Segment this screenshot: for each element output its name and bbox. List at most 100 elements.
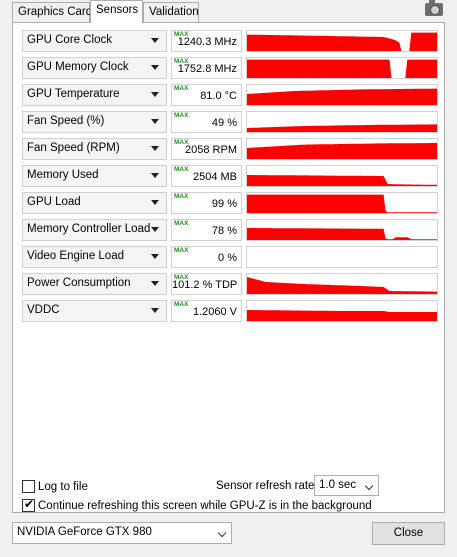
sensor-value-box: MAX 2504 MB [171, 165, 242, 187]
sensor-graph [246, 165, 438, 187]
sensor-graph-svg [247, 88, 437, 105]
triangle-down-icon [151, 38, 159, 43]
sensor-graph-svg [247, 277, 437, 294]
triangle-down-icon [151, 119, 159, 124]
sensor-value-box: MAX 81.0 °C [171, 84, 242, 106]
sensor-row: Fan Speed (RPM) MAX 2058 RPM [22, 138, 438, 160]
refresh-rate-value: 1.0 sec [319, 479, 357, 491]
sensor-name-dropdown[interactable]: Memory Used [22, 165, 167, 187]
sensor-graph-area [247, 194, 437, 213]
max-indicator[interactable]: MAX [174, 166, 188, 173]
max-indicator[interactable]: MAX [174, 220, 188, 227]
triangle-down-icon [151, 92, 159, 97]
sensor-graph [246, 246, 438, 268]
max-indicator[interactable]: MAX [174, 247, 188, 254]
sensor-name-dropdown[interactable]: Memory Controller Load [22, 219, 167, 241]
sensor-name: Memory Controller Load [27, 223, 151, 235]
log-to-file-checkbox[interactable] [22, 480, 35, 493]
sensor-graph-svg [247, 32, 437, 51]
continue-refresh-checkbox[interactable] [22, 497, 35, 512]
max-indicator[interactable]: MAX [174, 274, 188, 281]
sensor-value: 0 % [218, 252, 237, 264]
sensor-graph-area [247, 32, 437, 51]
triangle-down-icon [151, 254, 159, 259]
sensor-name: GPU Core Clock [27, 34, 112, 46]
refresh-rate-select[interactable]: 1.0 sec [314, 475, 379, 496]
triangle-down-icon [151, 200, 159, 205]
triangle-down-icon [151, 65, 159, 70]
sensor-row: Memory Used MAX 2504 MB [22, 165, 438, 187]
triangle-down-icon [151, 146, 159, 151]
sensor-graph-svg [247, 247, 437, 267]
sensor-graph-svg [247, 59, 437, 78]
gpu-select[interactable]: NVIDIA GeForce GTX 980 [12, 522, 232, 544]
sensor-row: GPU Temperature MAX 81.0 °C [22, 84, 438, 106]
sensor-name-dropdown[interactable]: VDDC [22, 300, 167, 322]
log-to-file-option: Log to file [22, 480, 88, 493]
sensor-name-dropdown[interactable]: Fan Speed (RPM) [22, 138, 167, 160]
max-indicator[interactable]: MAX [174, 58, 188, 65]
sensor-row: VDDC MAX 1.2060 V [22, 300, 438, 322]
max-indicator[interactable]: MAX [174, 31, 188, 38]
sensor-name: GPU Memory Clock [27, 61, 129, 73]
sensor-graph-svg [247, 310, 437, 321]
sensor-value: 81.0 °C [200, 90, 237, 102]
sensor-name-dropdown[interactable]: Fan Speed (%) [22, 111, 167, 133]
sensor-name-dropdown[interactable]: GPU Core Clock [22, 30, 167, 52]
sensor-value: 2504 MB [192, 171, 237, 183]
max-indicator[interactable]: MAX [174, 193, 188, 200]
sensor-graph-svg [247, 143, 437, 159]
close-button[interactable]: Close [372, 522, 445, 545]
sensor-name-dropdown[interactable]: GPU Temperature [22, 84, 167, 106]
refresh-rate-label: Sensor refresh rate: [216, 480, 318, 492]
sensor-name: VDDC [27, 304, 60, 316]
camera-icon[interactable] [425, 0, 443, 16]
sensor-graph-area [247, 59, 437, 78]
sensor-value-box: MAX 1752.8 MHz [171, 57, 242, 79]
sensor-graph [246, 300, 438, 322]
tab-bar: Graphics Card Sensors Validation [0, 0, 457, 23]
tab-sensors[interactable]: Sensors [90, 0, 143, 23]
log-to-file-label: Log to file [38, 480, 88, 493]
sensor-name-dropdown[interactable]: Video Engine Load [22, 246, 167, 268]
chevron-down-icon [217, 528, 227, 538]
sensor-graph-area [247, 143, 437, 159]
sensor-graph [246, 57, 438, 79]
sensor-value-box: MAX 0 % [171, 246, 242, 268]
max-indicator[interactable]: MAX [174, 301, 188, 308]
sensor-graph [246, 30, 438, 52]
triangle-down-icon [151, 281, 159, 286]
sensor-row: Memory Controller Load MAX 78 % [22, 219, 438, 241]
sensor-value: 49 % [211, 117, 237, 129]
sensor-name-dropdown[interactable]: GPU Load [22, 192, 167, 214]
sensor-name: Video Engine Load [27, 250, 124, 262]
sensor-value-box: MAX 101.2 % TDP [171, 273, 242, 295]
triangle-down-icon [151, 308, 159, 313]
sensor-value: 99 % [211, 198, 237, 210]
sensor-graph-svg [247, 124, 437, 132]
max-indicator[interactable]: MAX [174, 139, 188, 146]
sensor-value: 2058 RPM [185, 144, 237, 156]
tab-graphics-card[interactable]: Graphics Card [12, 2, 92, 22]
sensor-graph-area [247, 175, 437, 186]
sensor-name: Fan Speed (%) [27, 115, 105, 127]
continue-refresh-option: Continue refreshing this screen while GP… [22, 497, 372, 512]
sensor-value-box: MAX 99 % [171, 192, 242, 214]
sensor-graph [246, 111, 438, 133]
sensor-row: Video Engine Load MAX 0 % [22, 246, 438, 268]
sensor-value-box: MAX 78 % [171, 219, 242, 241]
sensor-graph [246, 273, 438, 295]
max-indicator[interactable]: MAX [174, 85, 188, 92]
sensor-name: Memory Used [27, 169, 99, 181]
sensor-name-dropdown[interactable]: GPU Memory Clock [22, 57, 167, 79]
sensor-name: GPU Load [27, 196, 81, 208]
max-indicator[interactable]: MAX [174, 112, 188, 119]
sensor-value-box: MAX 49 % [171, 111, 242, 133]
triangle-down-icon [151, 173, 159, 178]
sensor-name-dropdown[interactable]: Power Consumption [22, 273, 167, 295]
sensor-row: GPU Load MAX 99 % [22, 192, 438, 214]
sensor-value-box: MAX 2058 RPM [171, 138, 242, 160]
tab-validation[interactable]: Validation [143, 2, 199, 22]
chevron-down-icon [364, 481, 374, 491]
sensor-graph-svg [247, 194, 437, 213]
